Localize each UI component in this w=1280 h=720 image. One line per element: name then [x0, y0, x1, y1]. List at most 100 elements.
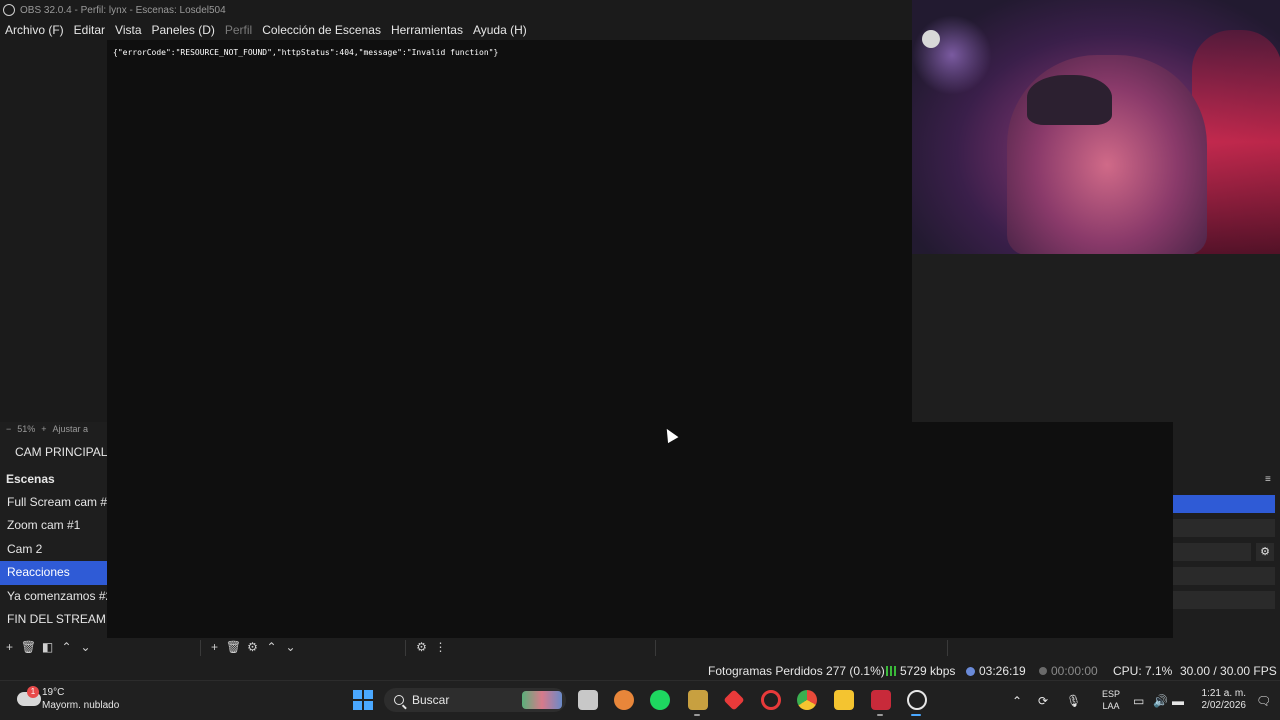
menu-editar[interactable]: Editar	[69, 23, 110, 37]
zoom-in-button[interactable]: +	[41, 424, 46, 434]
obs-logo-icon	[3, 4, 15, 16]
source-header: CAM PRINCIPAL	[0, 440, 107, 464]
windows-start-icon[interactable]	[353, 690, 373, 710]
signal-bars-icon	[886, 666, 896, 676]
background-light	[912, 15, 992, 95]
menu-ayuda[interactable]: Ayuda (H)	[468, 23, 532, 37]
divider	[947, 640, 948, 656]
dock-menu-icon[interactable]: ≡	[1265, 474, 1271, 485]
network-icon[interactable]: ▭	[1133, 694, 1144, 708]
scene-item[interactable]: Cam 2	[0, 538, 107, 561]
bitrate-indicator: 5729 kbps	[886, 664, 955, 678]
title-bar: OBS 32.0.4 - Perfil: lynx - Escenas: Los…	[0, 0, 912, 20]
system-tray: ⌃ ⟳ 🎙 ESP LAA ▭ 🔊 ▬ 1:21 a. m. 2/02/2026…	[1008, 686, 1280, 716]
scene-item-selected[interactable]: Reacciones	[0, 561, 107, 585]
more-options-icon[interactable]: ⋮	[431, 640, 450, 654]
task-view-icon[interactable]	[578, 690, 598, 710]
divider	[655, 640, 656, 656]
obs-taskbar-icon[interactable]	[907, 690, 927, 710]
webcam-feed	[912, 0, 1280, 254]
scene-item[interactable]: Zoom cam #1	[0, 514, 107, 537]
divider	[200, 640, 201, 656]
dock-row[interactable]	[1173, 519, 1275, 537]
spotify-icon[interactable]	[650, 690, 670, 710]
browser-source-canvas[interactable]	[107, 40, 912, 422]
dock-row[interactable]	[1173, 567, 1275, 585]
source-down-icon[interactable]: ⌄	[281, 640, 300, 654]
microphone-icon[interactable]: 🎙	[1066, 694, 1081, 708]
language-top: ESP	[1102, 689, 1121, 699]
move-up-icon[interactable]: ⌃	[57, 640, 76, 654]
divider	[405, 640, 406, 656]
browser-dock-canvas[interactable]	[107, 422, 1173, 638]
scenes-header: Escenas	[6, 472, 55, 486]
notifications-icon[interactable]: 🗨	[1256, 694, 1271, 708]
scene-item[interactable]: FIN DEL STREAM	[0, 608, 107, 631]
red-app-icon[interactable]	[871, 690, 891, 710]
move-down-icon[interactable]: ⌄	[76, 640, 95, 654]
chrome-icon[interactable]	[797, 690, 817, 710]
source-settings-icon[interactable]: ⚙	[243, 640, 262, 654]
chevron-up-icon[interactable]: ⌃	[1012, 694, 1022, 708]
menu-herramientas[interactable]: Herramientas	[386, 23, 468, 37]
zoom-out-button[interactable]: −	[6, 424, 11, 434]
search-icon	[394, 695, 404, 705]
dock-row[interactable]	[1173, 591, 1275, 609]
source-up-icon[interactable]: ⌃	[262, 640, 281, 654]
weather-alert-badge: 1	[27, 686, 39, 698]
scene-filters-icon[interactable]: ◧	[38, 640, 57, 654]
menu-bar: Archivo (F) Editar Vista Paneles (D) Per…	[0, 20, 912, 40]
zoom-value: 51%	[17, 424, 36, 434]
opera-icon[interactable]	[761, 690, 781, 710]
zoom-bar: − 51% + Ajustar a	[0, 422, 107, 436]
weather-condition: Mayorm. nublado	[42, 700, 120, 711]
gear-icon[interactable]: ⚙	[1256, 543, 1274, 561]
menu-paneles[interactable]: Paneles (D)	[147, 23, 220, 37]
active-indicator	[911, 714, 921, 716]
zoom-fit-button[interactable]: Ajustar a	[53, 424, 89, 434]
fps-indicator: 30.00 / 30.00 FPS	[1180, 664, 1277, 678]
running-indicator	[877, 714, 883, 716]
league-icon[interactable]	[688, 690, 708, 710]
volume-icon[interactable]: 🔊	[1153, 694, 1168, 708]
microphone-shape	[922, 30, 940, 48]
dropped-frames: Fotogramas Perdidos 277 (0.1%)	[708, 664, 885, 678]
scene-item[interactable]: Full Scream cam #1	[0, 491, 107, 514]
clock-time: 1:21 a. m.	[1201, 688, 1246, 699]
cap-shape	[1027, 75, 1112, 125]
scenes-list: Full Scream cam #1 Zoom cam #1 Cam 2 Rea…	[0, 491, 107, 631]
menu-perfil[interactable]: Perfil	[220, 23, 257, 37]
dock-row-selected[interactable]	[1173, 495, 1275, 513]
search-placeholder: Buscar	[412, 693, 450, 707]
fl-studio-icon[interactable]	[614, 690, 634, 710]
mixer-toolbar: ⚙ ⋮	[412, 638, 452, 656]
clock[interactable]: 1:21 a. m. 2/02/2026	[1198, 688, 1247, 712]
record-icon	[1039, 667, 1047, 675]
scene-toolbar: + 🗑 ◧ ⌃ ⌄	[0, 638, 107, 656]
current-source-label: CAM PRINCIPAL	[15, 445, 107, 459]
weather-widget[interactable]: 1 19°C Mayorm. nublado	[12, 686, 152, 714]
add-scene-icon[interactable]: +	[0, 640, 19, 654]
language-bottom: LAA	[1102, 701, 1120, 711]
sync-icon[interactable]: ⟳	[1038, 694, 1048, 708]
search-highlight-image	[522, 691, 562, 709]
menu-coleccion-escenas[interactable]: Colección de Escenas	[257, 23, 386, 37]
stream-time: 03:26:19	[979, 664, 1026, 678]
source-toolbar: + 🗑 ⚙ ⌃ ⌄	[205, 638, 315, 656]
add-source-icon[interactable]: +	[205, 640, 224, 654]
language-indicator[interactable]: ESP LAA	[1102, 688, 1120, 712]
menu-vista[interactable]: Vista	[110, 23, 146, 37]
remove-source-icon[interactable]: 🗑	[224, 640, 243, 654]
dock-row[interactable]	[1173, 543, 1251, 561]
running-indicator	[694, 714, 700, 716]
file-explorer-icon[interactable]	[834, 690, 854, 710]
menu-archivo[interactable]: Archivo (F)	[0, 23, 69, 37]
battery-icon[interactable]: ▬	[1172, 694, 1184, 708]
advanced-audio-icon[interactable]: ⚙	[412, 640, 431, 654]
browser-error-message: {"errorCode":"RESOURCE_NOT_FOUND","httpS…	[113, 48, 499, 57]
remove-scene-icon[interactable]: 🗑	[19, 640, 38, 654]
taskbar-search[interactable]: Buscar	[384, 688, 566, 712]
scene-item[interactable]: Ya comenzamos #2	[0, 585, 107, 608]
stream-icon	[966, 667, 975, 676]
cpu-usage: CPU: 7.1%	[1113, 664, 1173, 678]
